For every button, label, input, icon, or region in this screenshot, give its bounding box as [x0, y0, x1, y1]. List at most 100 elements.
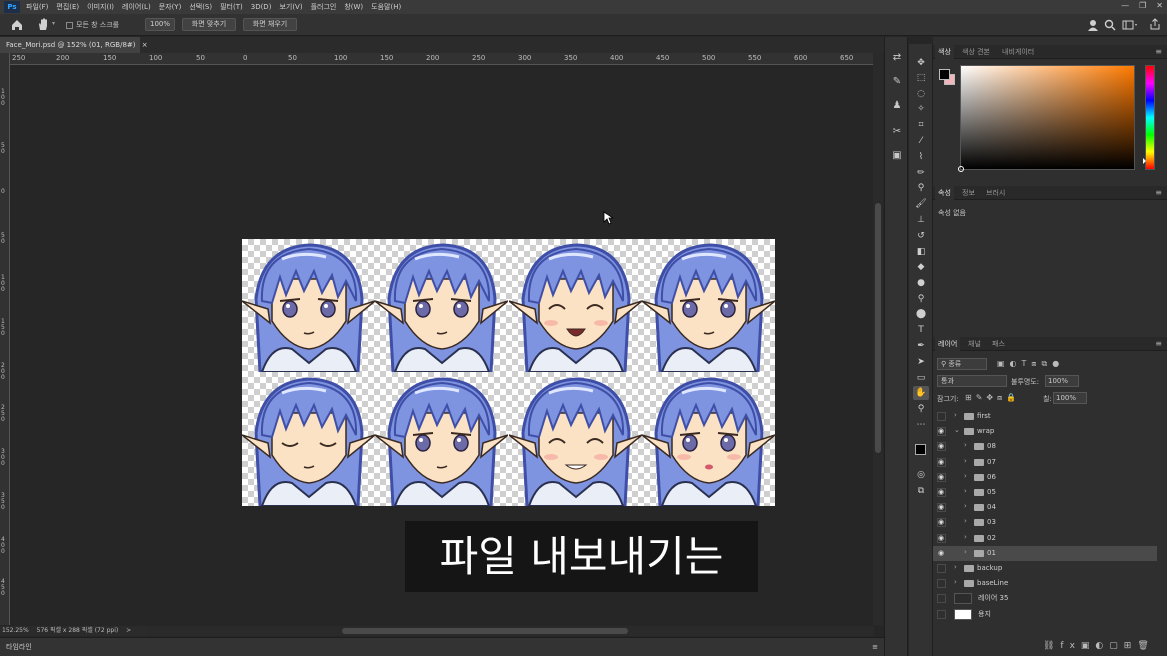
horizontal-scrollbar[interactable]: [148, 626, 874, 636]
fill-screen-button[interactable]: 화면 채우기: [243, 18, 297, 31]
menu-type[interactable]: 문자(Y): [155, 2, 186, 12]
workspace-icon[interactable]: [1122, 19, 1138, 31]
layer-row[interactable]: ◉ › 08: [933, 439, 1157, 454]
chevron-right-icon[interactable]: ›: [954, 563, 957, 571]
fill-input[interactable]: 100%: [1053, 392, 1087, 404]
layer-row[interactable]: ◉ › 03: [933, 515, 1157, 530]
layer-row[interactable]: ◉ › 07: [933, 455, 1157, 470]
chevron-right-icon[interactable]: ›: [964, 548, 967, 556]
tab-layers[interactable]: 레이어: [935, 337, 961, 351]
panel-menu-icon[interactable]: ≡: [1155, 188, 1162, 197]
eye-icon[interactable]: ◉: [938, 442, 946, 450]
close-window-button[interactable]: ✕: [1156, 1, 1163, 10]
chevron-down-icon[interactable]: ▾: [52, 20, 55, 27]
chevron-right-icon[interactable]: ›: [964, 472, 967, 480]
visibility-toggle[interactable]: [937, 594, 946, 604]
eraser-tool-icon[interactable]: ◧: [913, 245, 929, 259]
screen-mode-icon[interactable]: ⧉: [913, 484, 929, 498]
menu-select[interactable]: 선택(S): [185, 2, 216, 12]
layer-row[interactable]: 레이어 35: [933, 591, 1157, 606]
layer-row[interactable]: ◉ ⌄ wrap: [933, 424, 1157, 439]
chevron-right-icon[interactable]: ›: [964, 502, 967, 510]
share-icon[interactable]: [1149, 18, 1161, 30]
close-document-icon[interactable]: ×: [142, 41, 148, 49]
brush-tool-icon[interactable]: 🖌: [913, 197, 929, 211]
maximize-button[interactable]: ❐: [1139, 1, 1146, 10]
chevron-down-icon[interactable]: ⌄: [954, 426, 960, 434]
chevron-right-icon[interactable]: ›: [964, 441, 967, 449]
history-brush-tool-icon[interactable]: ↺: [913, 229, 929, 243]
sprite-sheet-artwork[interactable]: [242, 239, 775, 506]
hand-tool-preset-icon[interactable]: [36, 17, 50, 31]
marquee-tool-icon[interactable]: ⬚: [913, 71, 929, 85]
menu-3d[interactable]: 3D(D): [247, 3, 276, 11]
tab-info[interactable]: 정보: [959, 186, 978, 200]
panel-menu-icon[interactable]: ≡: [872, 638, 878, 656]
menu-filter[interactable]: 필터(T): [216, 2, 247, 12]
menu-plugins[interactable]: 플러그인: [307, 2, 341, 12]
horizontal-scroll-thumb[interactable]: [342, 628, 628, 634]
tab-brushes[interactable]: 브러시: [983, 186, 1008, 200]
visibility-toggle[interactable]: [937, 564, 946, 573]
zoom-100-button[interactable]: 100%: [145, 18, 175, 31]
lasso-tool-icon[interactable]: ◌: [913, 87, 929, 101]
visibility-toggle[interactable]: [937, 579, 946, 589]
blend-mode-select[interactable]: 통과: [937, 375, 1007, 387]
hand-tool-icon[interactable]: ✋: [913, 386, 929, 400]
visibility-toggle[interactable]: [937, 412, 946, 421]
layer-row[interactable]: › first: [933, 409, 1157, 424]
chevron-right-icon[interactable]: ›: [964, 533, 967, 541]
layer-row[interactable]: › baseLine: [933, 576, 1157, 591]
tool-presets-icon[interactable]: ✂: [890, 125, 904, 139]
history-icon[interactable]: ⇄: [890, 51, 904, 65]
paint-bucket-tool-icon[interactable]: ◆: [913, 260, 929, 274]
quick-select-tool-icon[interactable]: ✧: [913, 102, 929, 116]
eyedropper-tool-icon[interactable]: ⁄: [913, 134, 929, 148]
lock-icons[interactable]: ⊞✎✥⧈🔒: [965, 393, 1020, 403]
opacity-input[interactable]: 100%: [1045, 375, 1079, 387]
home-icon[interactable]: [10, 18, 24, 31]
layer-filter-icons[interactable]: ▣◐T⧈⧉●: [997, 359, 1064, 369]
layer-row[interactable]: ◉ › 02: [933, 531, 1157, 546]
zoom-tool-icon[interactable]: ⚲: [913, 402, 929, 416]
status-menu-arrow-icon[interactable]: >: [126, 627, 131, 634]
stamp-tool-icon[interactable]: ⊥: [913, 213, 929, 227]
tab-navigator[interactable]: 내비게이터: [999, 45, 1037, 59]
scroll-all-windows-checkbox[interactable]: 모든 창 스크롤: [66, 20, 119, 30]
healing-brush-tool-icon[interactable]: ⌇: [913, 150, 929, 164]
color-fg-swatch[interactable]: [939, 69, 950, 80]
move-tool-icon[interactable]: ✥: [913, 56, 929, 70]
chevron-right-icon[interactable]: ›: [954, 578, 957, 586]
tab-channels[interactable]: 채널: [965, 337, 984, 351]
timeline-label[interactable]: 타임라인: [6, 643, 32, 651]
eye-icon[interactable]: ◉: [938, 458, 946, 466]
eye-icon[interactable]: ◉: [938, 488, 946, 496]
document-tab[interactable]: Face_Mori.psd @ 152% (01, RGB/8#) ×: [0, 37, 148, 53]
type-tool-icon[interactable]: T: [913, 323, 929, 337]
foreground-color-swatch[interactable]: [915, 444, 926, 455]
layer-actions-bar[interactable]: ⛓fx▣◐▢⊞🗑: [1043, 641, 1155, 651]
layer-row[interactable]: ◉ › 04: [933, 500, 1157, 515]
panel-menu-icon[interactable]: ≡: [1155, 47, 1162, 56]
color-picker-field[interactable]: [958, 65, 1135, 172]
eye-icon[interactable]: ◉: [938, 549, 946, 557]
panel-menu-icon[interactable]: ≡: [1155, 339, 1162, 348]
blur-tool-icon[interactable]: ●: [913, 276, 929, 290]
layer-row[interactable]: › backup: [933, 561, 1157, 576]
menu-help[interactable]: 도움말(H): [367, 2, 405, 12]
minimize-button[interactable]: —: [1121, 1, 1129, 10]
visibility-toggle[interactable]: [937, 609, 946, 619]
chevron-right-icon[interactable]: ›: [964, 517, 967, 525]
more-tools-icon[interactable]: ⋯: [913, 418, 929, 432]
eye-icon[interactable]: ◉: [938, 503, 946, 511]
menu-window[interactable]: 창(W): [340, 2, 367, 12]
eye-icon[interactable]: ◉: [938, 518, 946, 526]
hue-slider-handle[interactable]: [1143, 158, 1146, 164]
menu-view[interactable]: 보기(V): [275, 2, 306, 12]
tab-color[interactable]: 색상: [935, 45, 954, 59]
search-icon[interactable]: [1104, 19, 1116, 31]
quick-mask-icon[interactable]: ◎: [913, 468, 929, 482]
zoom-readout[interactable]: 152.25%: [2, 627, 29, 634]
chevron-right-icon[interactable]: ›: [964, 487, 967, 495]
color-picker-handle[interactable]: [958, 166, 964, 172]
